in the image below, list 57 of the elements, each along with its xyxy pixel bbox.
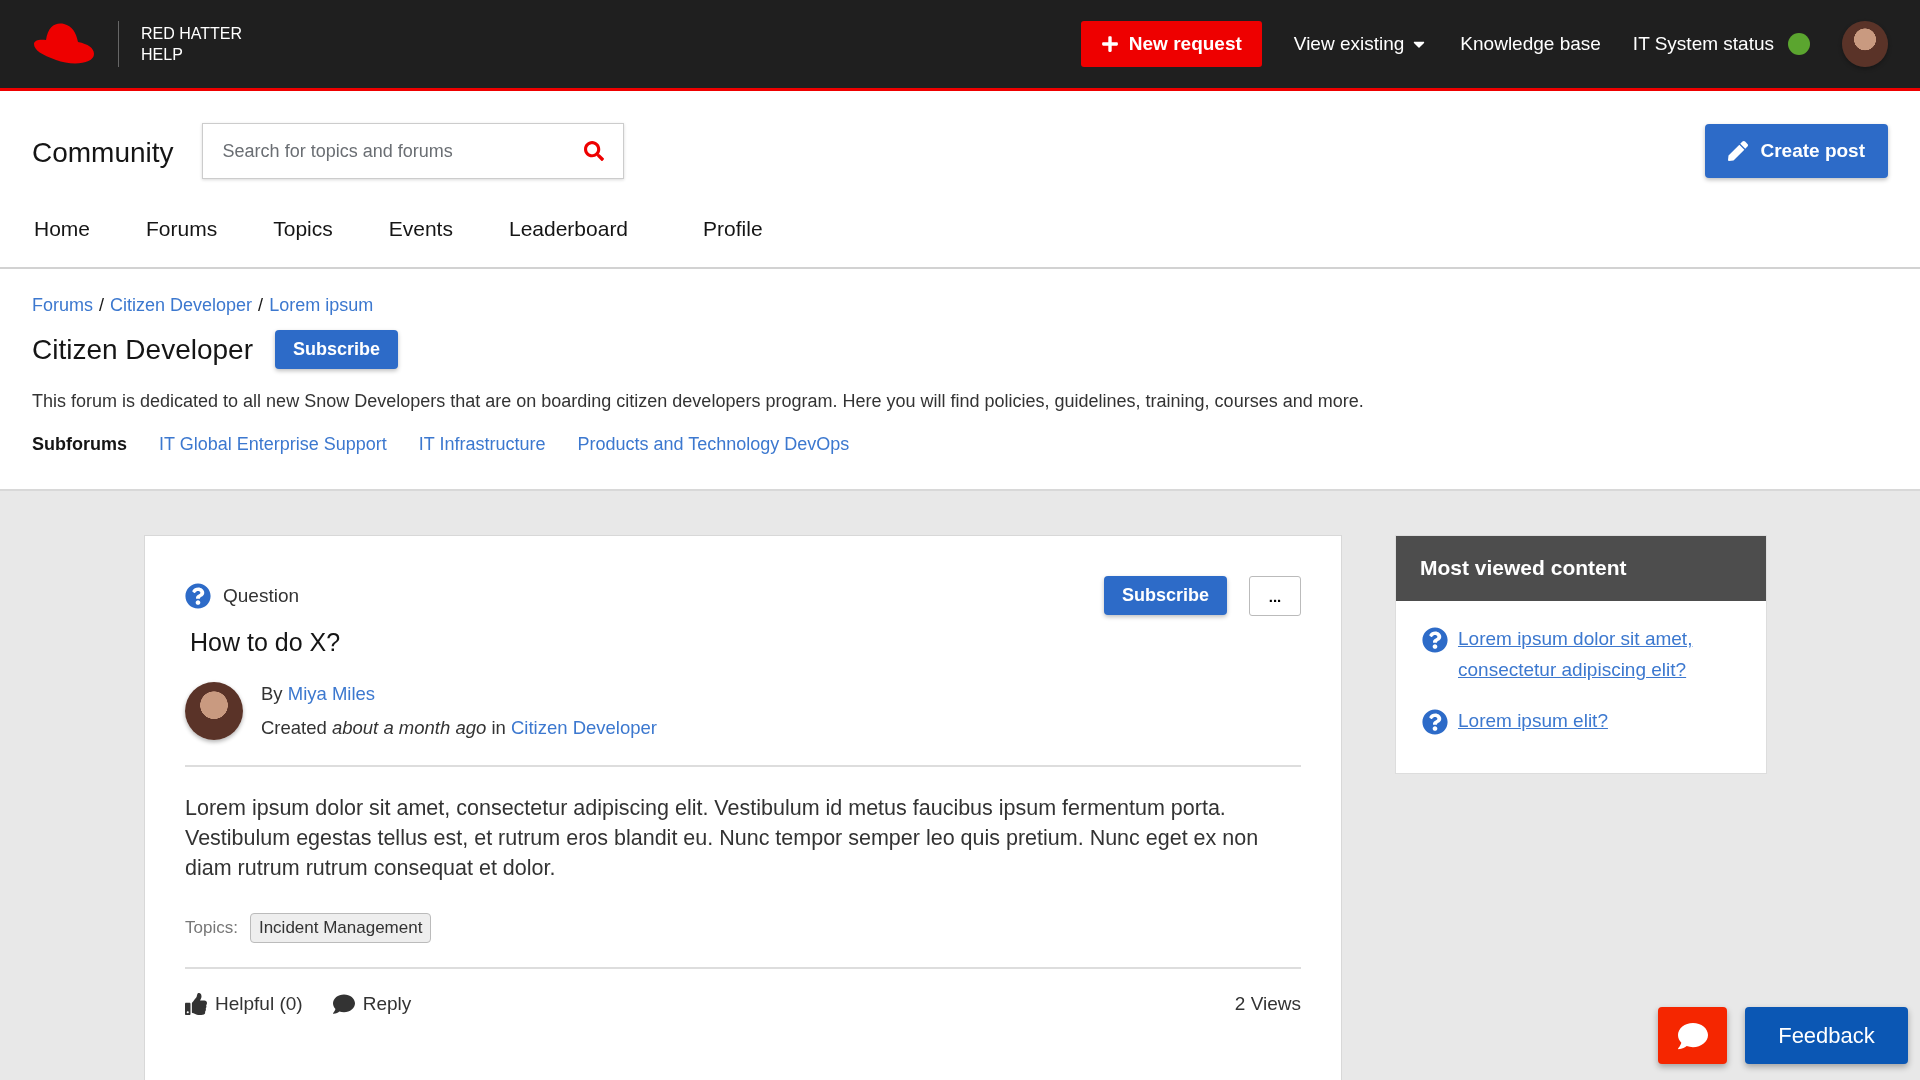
author-link[interactable]: Miya Miles [287,683,376,704]
breadcrumb-separator: / [99,295,105,316]
community-title: Community [32,137,174,169]
nav-tab[interactable]: Events [388,209,453,241]
author-line: By Miya Miles [261,682,377,706]
helpful-button[interactable]: Helpful (0) [185,993,303,1015]
search-icon [583,141,604,161]
nav-tab[interactable]: Topics [273,209,333,241]
breadcrumb-link[interactable]: Lorem ipsum [269,295,374,316]
view-existing-menu[interactable]: View existing [1293,33,1429,55]
subforum-link[interactable]: Products and Technology DevOps [577,434,850,455]
created-line: Created about a month ago in Citizen Developer [261,716,657,740]
feedback-button[interactable]: Feedback [1745,1007,1908,1064]
question-icon [1422,627,1448,653]
status-label: IT System status [1632,33,1774,55]
status-dot-icon [1788,33,1810,55]
nav-tab[interactable]: Forums [146,209,218,241]
knowledge-base-link[interactable]: Knowledge base [1460,33,1601,55]
speech-bubble-icon [1677,1020,1708,1051]
content-link[interactable]: Lorem ipsum dolor sit amet, consectetur adipiscing elit? [1458,623,1740,685]
panel-title: Most viewed content [1396,536,1766,601]
subforum-link[interactable]: IT Infrastructure [418,434,546,455]
plus-icon [1100,35,1119,53]
subforum-link[interactable]: IT Global Enterprise Support [159,434,387,455]
breadcrumb-link[interactable]: Citizen Developer [110,295,253,316]
topic-tag[interactable]: Incident Management [249,913,432,943]
forum-link[interactable]: Citizen Developer [510,717,657,738]
forum-description: This forum is dedicated to all new Snow Developers that are on boarding citizen developers program. Here you will find policies, guidelines, training, courses and more. [32,391,1365,412]
nav-tab[interactable]: Leaderboard [508,209,629,241]
thumbs-up-icon [185,993,207,1015]
brand-name: RED HATTER HELP [141,24,243,65]
search-field[interactable]: Search for topics and forums [201,123,624,179]
breadcrumb-separator: / [258,295,264,316]
post-type-label: Question [223,585,300,607]
new-request-button[interactable]: New request [1080,21,1262,67]
subscribe-button[interactable]: Subscribe [1103,576,1227,615]
speech-bubble-icon [332,993,355,1015]
question-icon [1422,709,1448,735]
forum-title: Citizen Developer [32,333,253,366]
author-avatar [185,682,243,740]
subforums-label: Subforums [32,434,127,455]
nav-tab[interactable]: Profile [703,209,763,241]
content-link[interactable]: Lorem ipsum elit? [1458,705,1608,736]
question-icon [185,583,211,609]
avatar[interactable] [1842,21,1888,67]
subscribe-button[interactable]: Subscribe [275,330,399,369]
post-title: How to do X? [190,628,342,657]
nav-tab[interactable]: Home [34,209,91,241]
post-body: Lorem ipsum dolor sit amet, consectetur adipiscing elit. Vestibulum id metus faucibus ipsum fermentum porta. Vestibulum egestas tellus est, et rutrum eros blandit eu. Nunc tempor semper leo quis pretium. Nunc eget ex non diam rutrum rutrum consequat et dolor. [185,795,1260,882]
pen-icon [1728,141,1749,161]
views-count: 2 Views [1234,993,1301,1015]
reply-button[interactable]: Reply [332,993,412,1015]
more-button[interactable]: ... [1249,576,1301,616]
breadcrumb-link[interactable]: Forums [32,295,93,316]
create-post-button[interactable]: Create post [1705,124,1888,178]
topics-label: Topics: [185,918,238,938]
chat-button[interactable] [1658,1007,1727,1064]
